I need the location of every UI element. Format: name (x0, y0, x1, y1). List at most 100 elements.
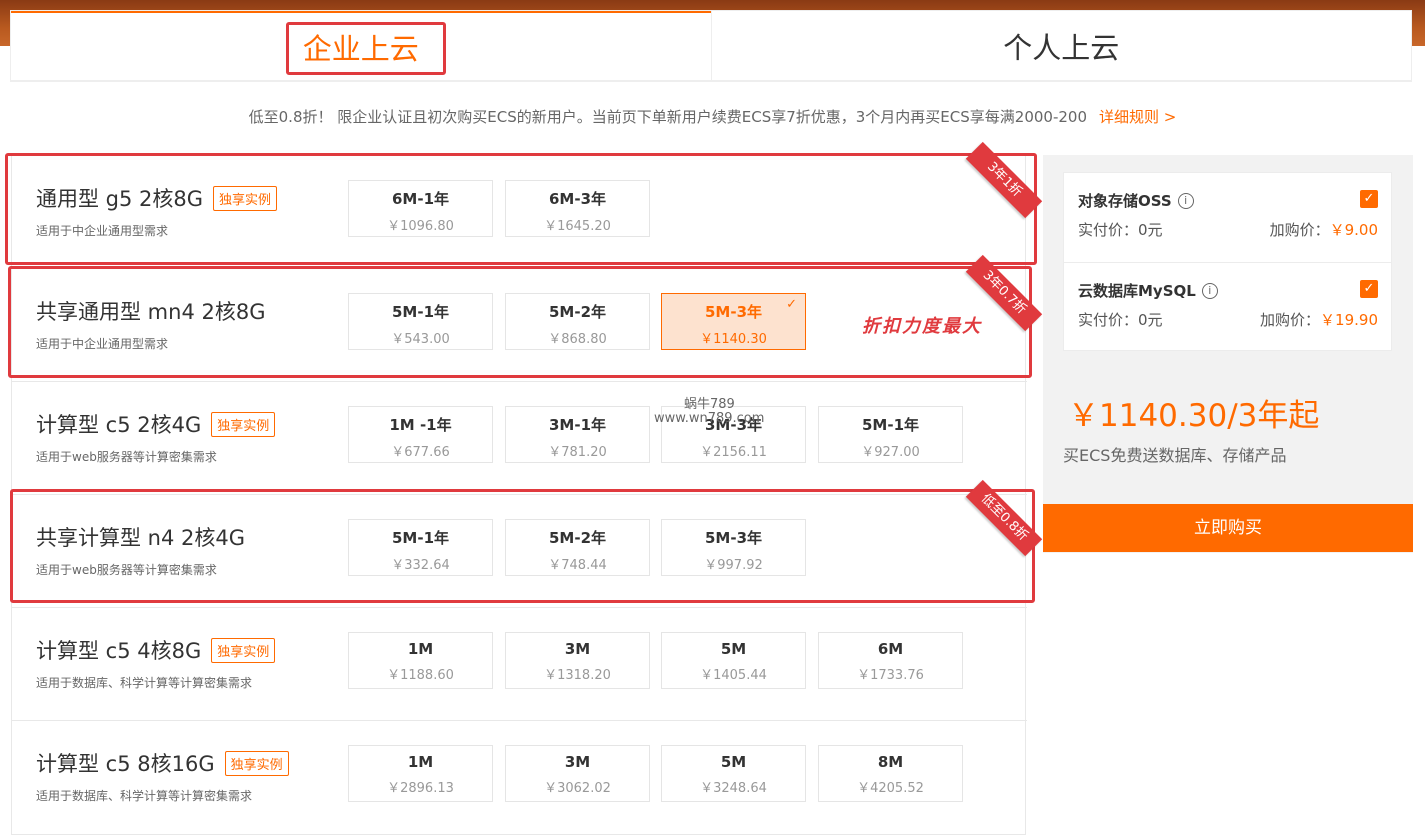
price-option[interactable]: 5M-1年 ￥332.64 (348, 519, 493, 576)
addon-buy-label: 加购价： (1269, 221, 1330, 239)
price-option[interactable]: 5M-2年 ￥868.80 (505, 293, 650, 350)
option-price: ￥927.00 (861, 445, 920, 460)
check-icon: ✓ (1363, 281, 1375, 296)
tab-enterprise[interactable]: 企业上云 (11, 11, 711, 81)
option-price: ￥997.92 (704, 558, 763, 573)
product-title: 共享计算型 n4 2核4G (36, 522, 245, 552)
option-label: 6M-1年 (391, 190, 450, 208)
price-option[interactable]: 5M ￥3248.64 (661, 745, 806, 802)
product-desc: 适用于数据库、科学计算等计算密集需求 (36, 789, 253, 803)
addon-name-text: 对象存储OSS (1078, 192, 1172, 210)
promo-bar: 低至0.8折！ 限企业认证且初次购买ECS的新用户。当前页下单新用户续费ECS享… (0, 106, 1425, 127)
dedicated-badge: 独享实例 (224, 750, 289, 776)
price-option[interactable]: 1M ￥2896.13 (348, 745, 493, 802)
addon-checkbox[interactable]: ✓ (1360, 280, 1378, 298)
option-label: 5M-1年 (391, 529, 450, 547)
option-price: ￥4205.52 (857, 781, 924, 796)
dedicated-badge: 独享实例 (211, 637, 276, 663)
option-price: ￥781.20 (548, 445, 607, 460)
watermark-line1: 蜗牛789 (684, 397, 735, 412)
option-price: ￥543.00 (391, 332, 450, 347)
addon-name: 对象存储OSS i (1078, 190, 1194, 211)
price-option-selected[interactable]: ✓ 5M-3年 ￥1140.30 (661, 293, 806, 350)
option-label: 5M-2年 (548, 529, 607, 547)
info-icon[interactable]: i (1177, 192, 1194, 209)
addon-buy-price: 加购价：￥9.00 (1270, 219, 1378, 240)
option-label: 5M-2年 (548, 303, 607, 321)
option-price: ￥2156.11 (700, 445, 767, 460)
product-row-c5-4c8g: 计算型 c5 4核8G 独享实例 适用于数据库、科学计算等计算密集需求 1M ￥11… (12, 607, 1027, 720)
product-title: 计算型 c5 8核16G 独享实例 (36, 748, 289, 778)
option-price: ￥677.66 (391, 445, 450, 460)
dedicated-badge: 独享实例 (211, 411, 276, 437)
check-icon: ✓ (786, 297, 797, 312)
option-label: 5M (720, 640, 747, 658)
total-price: ￥1140.30/3年起 (1068, 398, 1320, 434)
option-price: ￥1733.76 (857, 668, 924, 683)
option-label: 3M (564, 753, 591, 771)
option-price: ￥2896.13 (387, 781, 454, 796)
option-price: ￥1188.60 (387, 668, 454, 683)
price-option[interactable]: 3M-1年 ￥781.20 (505, 406, 650, 463)
addon-checkbox[interactable]: ✓ (1360, 190, 1378, 208)
option-label: 3M-1年 (548, 416, 607, 434)
addon-pay-price: 实付价：0元 (1078, 221, 1163, 239)
option-label: 8M (877, 753, 904, 771)
addon-pay-price: 实付价：0元 (1078, 311, 1163, 329)
option-label: 1M (407, 753, 434, 771)
option-price: ￥3248.64 (700, 781, 767, 796)
addon-mysql: 云数据库MySQL i ✓ 实付价：0元 加购价：￥19.90 (1064, 262, 1391, 351)
option-label: 5M-3年 (704, 529, 763, 547)
tab-personal[interactable]: 个人上云 (710, 11, 1411, 81)
option-price: ￥1096.80 (387, 219, 454, 234)
option-label: 5M (720, 753, 747, 771)
price-option[interactable]: 1M ￥1188.60 (348, 632, 493, 689)
addon-name-text: 云数据库MySQL (1078, 282, 1196, 300)
option-price: ￥748.44 (548, 558, 607, 573)
option-price: ￥1645.20 (544, 219, 611, 234)
option-price: ￥332.64 (391, 558, 450, 573)
option-label: 5M-1年 (391, 303, 450, 321)
option-price: ￥1405.44 (700, 668, 767, 683)
addon-buy-value: ￥19.90 (1320, 311, 1378, 329)
annotation-text: 折扣力度最大 (862, 316, 982, 337)
option-label: 3M (564, 640, 591, 658)
addon-card: 对象存储OSS i ✓ 实付价：0元 加购价：￥9.00 云数据库MySQL i ✓… (1063, 172, 1392, 351)
order-sidebar: 对象存储OSS i ✓ 实付价：0元 加购价：￥9.00 云数据库MySQL i ✓… (1043, 155, 1413, 553)
price-option[interactable]: 5M-1年 ￥927.00 (818, 406, 963, 463)
product-row-n4: 共享计算型 n4 2核4G 适用于web服务器等计算密集需求 5M-1年 ￥332… (12, 494, 1027, 607)
total-subtitle: 买ECS免费送数据库、存储产品 (1063, 446, 1287, 465)
product-desc: 适用于中企业通用型需求 (36, 224, 169, 238)
price-option[interactable]: 6M ￥1733.76 (818, 632, 963, 689)
rules-link[interactable]: 详细规则 > (1099, 108, 1176, 126)
product-title: 计算型 c5 4核8G 独享实例 (36, 635, 276, 665)
product-row-g5: 通用型 g5 2核8G 独享实例 适用于中企业通用型需求 6M-1年 ￥1096.8… (12, 155, 1027, 268)
option-price: ￥1140.30 (700, 332, 767, 347)
check-icon: ✓ (1363, 191, 1375, 206)
product-title: 计算型 c5 2核4G 独享实例 (36, 409, 276, 439)
addon-oss: 对象存储OSS i ✓ 实付价：0元 加购价：￥9.00 (1064, 173, 1391, 262)
addon-buy-label: 加购价： (1260, 311, 1321, 329)
product-row-c5-8c16g: 计算型 c5 8核16G 独享实例 适用于数据库、科学计算等计算密集需求 1M ￥2… (12, 720, 1027, 833)
price-option[interactable]: 5M ￥1405.44 (661, 632, 806, 689)
price-option[interactable]: 3M ￥1318.20 (505, 632, 650, 689)
price-option[interactable]: 8M ￥4205.52 (818, 745, 963, 802)
product-title-text: 计算型 c5 4核8G (36, 639, 202, 663)
product-title: 通用型 g5 2核8G 独享实例 (36, 183, 278, 213)
product-title: 共享通用型 mn4 2核8G (36, 296, 265, 326)
price-option[interactable]: 1M -1年 ￥677.66 (348, 406, 493, 463)
price-option[interactable]: 6M-1年 ￥1096.80 (348, 180, 493, 237)
product-title-text: 通用型 g5 2核8G (36, 187, 204, 211)
price-option[interactable]: 6M-3年 ￥1645.20 (505, 180, 650, 237)
price-option[interactable]: 5M-1年 ￥543.00 (348, 293, 493, 350)
option-price: ￥868.80 (548, 332, 607, 347)
addon-buy-value: ￥9.00 (1329, 221, 1378, 239)
watermark: 蜗牛789 www.wn789.com (654, 398, 764, 426)
price-option[interactable]: 5M-3年 ￥997.92 (661, 519, 806, 576)
option-label: 5M-1年 (861, 416, 920, 434)
price-option[interactable]: 3M ￥3062.02 (505, 745, 650, 802)
buy-now-button[interactable]: 立即购买 (1043, 504, 1413, 552)
product-title-text: 共享计算型 n4 2核4G (36, 526, 246, 550)
info-icon[interactable]: i (1201, 282, 1218, 299)
price-option[interactable]: 5M-2年 ￥748.44 (505, 519, 650, 576)
